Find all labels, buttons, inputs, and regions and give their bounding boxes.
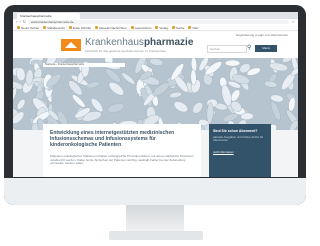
folder-icon [69,26,73,30]
bookmark-item[interactable]: Verlag [155,26,168,30]
article-teaser: Patienten onkologischer Stationen erhalt… [50,155,194,166]
article-title[interactable]: Entwicklung eines internetgestützten med… [50,130,196,149]
browser-tab-strip: Krankenhauspharmazie [13,12,298,19]
folder-icon [43,26,47,30]
search-input[interactable]: Suchen [207,45,247,53]
bookmark-label: Verlag [159,25,168,30]
pill-shape [263,80,278,88]
pill-shape [72,94,86,108]
monitor-stand-base [109,231,203,240]
bookmark-item[interactable]: Netz [188,25,199,30]
back-icon[interactable]: ‹ [16,19,17,25]
bookmark-item[interactable]: Suche [171,25,185,30]
logo-icon[interactable] [61,39,81,51]
bookmark-item[interactable]: Neuer Ordner [17,26,39,30]
folder-icon [188,26,192,30]
bookmark-item[interactable]: Lesezeichen [130,25,152,30]
pill-shape [270,100,281,121]
site-tagline: Zeitschrift für das gesamte Apothekenwes… [85,49,167,53]
subscription-box: Sind Sie schon Abonnent? Aktuelle Ausgab… [209,124,271,177]
pill-shape [121,72,136,85]
breadcrumb[interactable]: Startseite › Krankenhauspharmazie [43,63,125,67]
brand-part-1: Krankenhaus [85,37,144,48]
folder-icon [17,26,20,30]
pill-shape [108,82,125,96]
bookmark-item[interactable]: Erste Schritte [69,26,91,30]
pill-shape [173,101,189,113]
bookmark-label: Netz [192,25,199,30]
bookmark-label: Suche [175,25,185,30]
address-bar[interactable]: www.krankenhauspharmazie.de [28,20,290,24]
monitor-chin [4,178,306,205]
top-links[interactable]: Registrierung | Login zum Abonnement [236,33,288,37]
site-brand[interactable]: Krankenhauspharmazie [85,37,193,48]
browser-tab[interactable]: Krankenhauspharmazie [17,13,80,19]
pill-shape [269,62,288,72]
hero-image-pills [13,58,298,130]
bookmark-label: Aktuelle Nachrichten [99,25,127,30]
bookmark-item[interactable]: Meistbesucht [43,26,65,30]
folder-icon [155,26,159,30]
search-icon[interactable]: ⚲ [247,45,251,52]
pill-shape [16,99,26,110]
subscription-title: Sind Sie schon Abonnent? [213,129,258,133]
folder-icon [171,26,175,30]
bookmark-label: Meistbesucht [47,25,66,30]
pill-shape [86,81,101,89]
featured-article-card[interactable]: Entwicklung eines internetgestützten med… [43,124,201,177]
folder-icon [95,26,99,30]
folder-icon [130,26,134,30]
bookmark-label: Lesezeichen [134,25,152,30]
pill-shape [90,98,104,113]
star-icon[interactable]: ☆ [291,19,295,25]
brand-part-2: pharmazie [143,37,194,48]
pill-shape [169,91,182,99]
forward-icon[interactable]: › [19,19,20,25]
monitor-stand-neck [126,205,184,231]
site-header: Registrierung | Login zum Abonnement Kra… [13,31,298,59]
pill-shape [149,58,164,66]
pill-shape [225,59,241,67]
bookmark-label: Erste Schritte [73,25,92,30]
bookmark-item[interactable]: Aktuelle Nachrichten [95,26,127,30]
monitor-screen: Krankenhauspharmazie ‹ › ↻ www.krankenha… [13,12,298,177]
subscription-link[interactable]: Jetzt informieren [213,150,234,154]
pill-shape [192,102,203,114]
pill-shape [107,103,125,113]
reload-icon[interactable]: ↻ [23,19,26,25]
menu-button[interactable]: Menü [255,45,277,52]
subscription-text: Aktuelle Ausgaben und Online-Archiv für … [213,135,264,143]
bookmark-label: Neuer Ordner [21,25,40,30]
